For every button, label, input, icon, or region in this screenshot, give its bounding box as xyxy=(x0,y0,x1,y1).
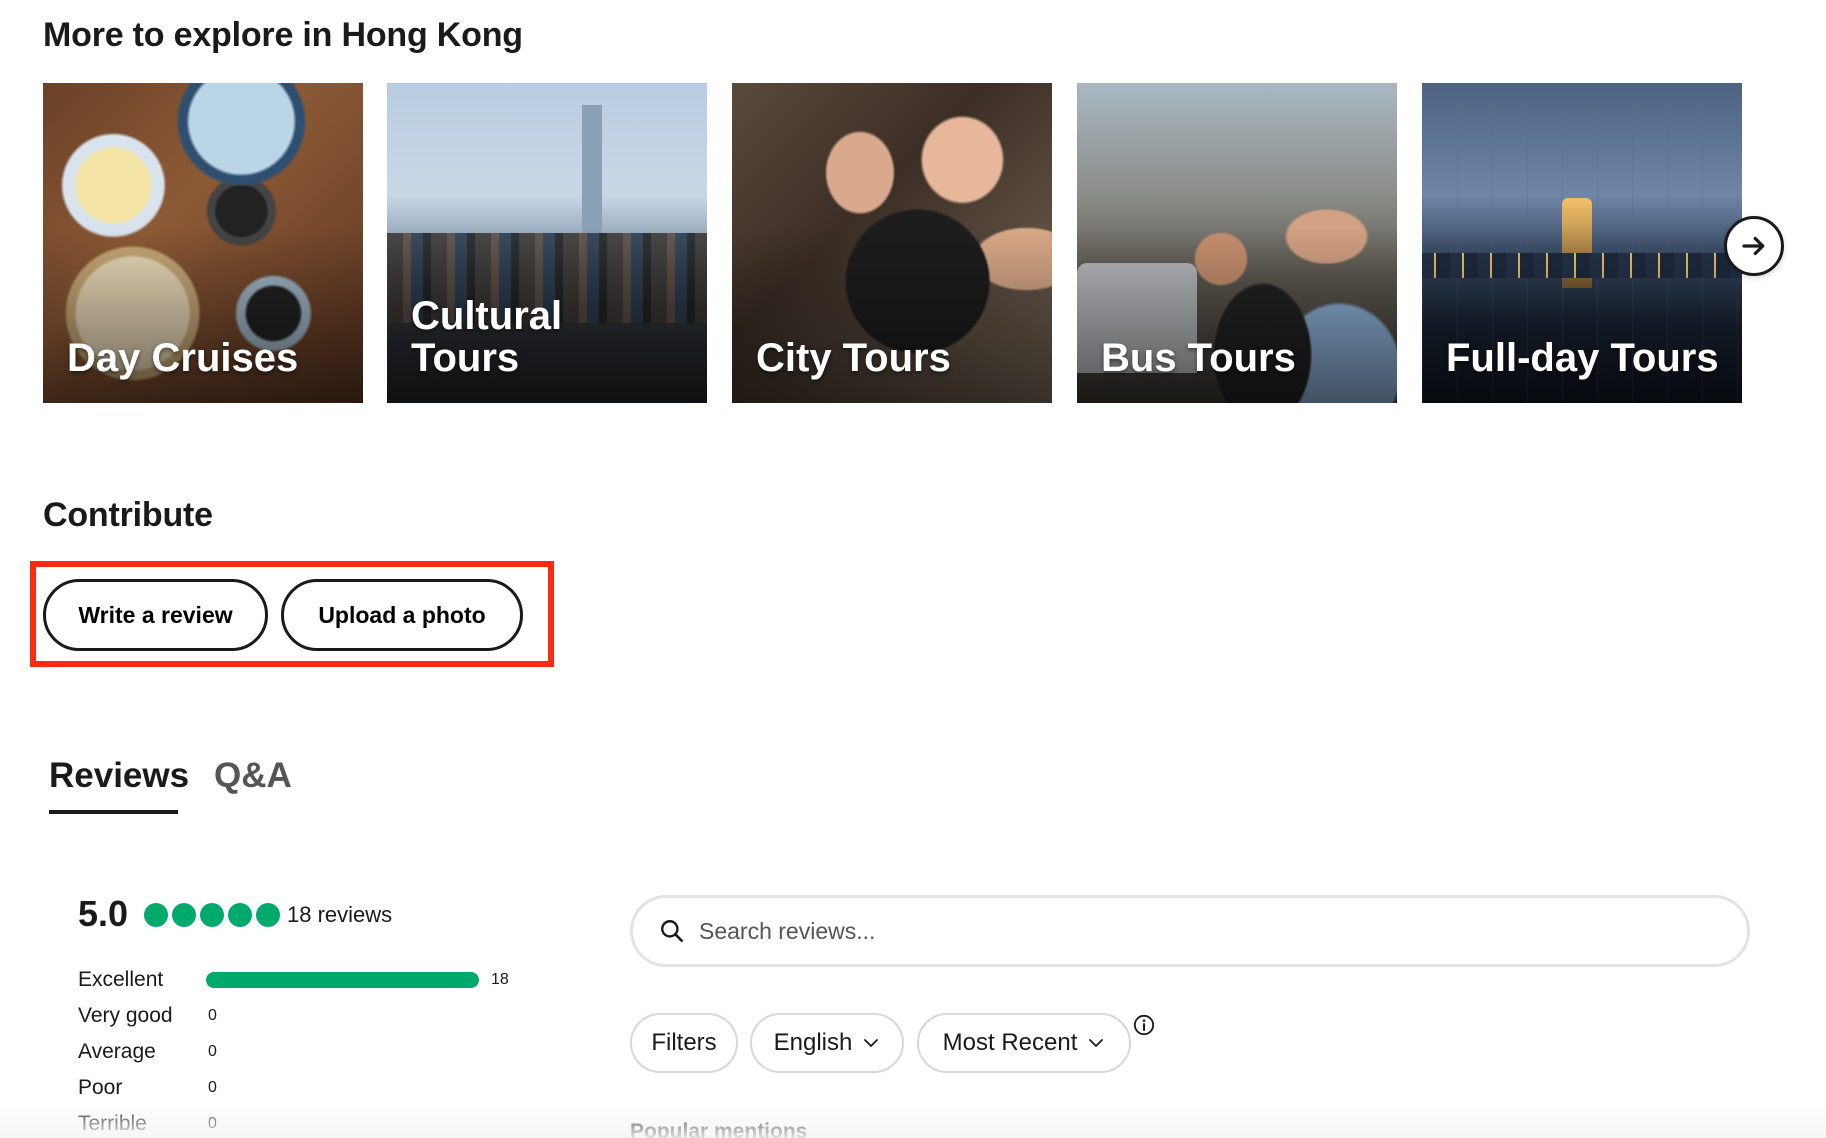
rating-row-terrible[interactable]: Terrible 0 xyxy=(78,1109,217,1138)
rating-row-very-good[interactable]: Very good 0 xyxy=(78,1001,217,1031)
card-label: Full-day Tours xyxy=(1446,336,1719,380)
card-label: Bus Tours xyxy=(1101,336,1296,380)
tab-reviews[interactable]: Reviews xyxy=(49,756,189,796)
rating-bubble-icon xyxy=(256,903,280,927)
explore-card-bus-tours[interactable]: Bus Tours xyxy=(1077,83,1397,403)
explore-card-cultural-tours[interactable]: Cultural Tours xyxy=(387,83,707,403)
rating-row-count: 0 xyxy=(208,1079,217,1096)
explore-section-title: More to explore in Hong Kong xyxy=(43,16,523,54)
write-review-button[interactable]: Write a review xyxy=(43,579,268,651)
sort-dropdown[interactable]: Most Recent xyxy=(917,1013,1131,1073)
upload-photo-button[interactable]: Upload a photo xyxy=(281,579,523,651)
rating-bubbles xyxy=(144,903,280,927)
rating-row-average[interactable]: Average 0 xyxy=(78,1037,217,1067)
info-icon[interactable] xyxy=(1133,1014,1155,1036)
card-label: City Tours xyxy=(756,336,951,380)
explore-carousel: Day Cruises Cultural Tours City Tours Bu… xyxy=(43,83,1793,403)
sort-label: Most Recent xyxy=(942,1029,1078,1056)
search-reviews-input[interactable] xyxy=(699,917,1599,945)
rating-row-label: Average xyxy=(78,1040,156,1063)
active-tab-indicator xyxy=(49,810,178,814)
rating-row-count: 18 xyxy=(491,971,509,988)
rating-bubble-icon xyxy=(228,903,252,927)
chevron-down-icon xyxy=(1089,1039,1104,1047)
rating-score: 5.0 xyxy=(78,893,129,934)
rating-row-bar xyxy=(206,972,479,988)
filters-button[interactable]: Filters xyxy=(630,1013,738,1073)
rating-bubble-icon xyxy=(172,903,196,927)
chevron-down-icon xyxy=(864,1039,879,1047)
rating-bubble-icon xyxy=(200,903,224,927)
explore-card-full-day-tours[interactable]: Full-day Tours xyxy=(1422,83,1742,403)
language-dropdown[interactable]: English xyxy=(750,1013,904,1073)
explore-card-day-cruises[interactable]: Day Cruises xyxy=(43,83,363,403)
rating-row-label: Excellent xyxy=(78,968,164,991)
rating-row-label: Terrible xyxy=(78,1112,147,1135)
card-label: Cultural Tours xyxy=(411,294,563,380)
filters-label: Filters xyxy=(651,1029,717,1056)
search-reviews-box[interactable] xyxy=(630,895,1750,967)
explore-card-city-tours[interactable]: City Tours xyxy=(732,83,1052,403)
search-icon xyxy=(661,920,684,943)
review-count[interactable]: 18 reviews xyxy=(287,902,392,928)
rating-row-label: Very good xyxy=(78,1004,173,1027)
rating-row-excellent[interactable]: Excellent 18 xyxy=(78,965,509,995)
card-label: Day Cruises xyxy=(67,336,299,380)
language-label: English xyxy=(773,1029,853,1056)
rating-row-label: Poor xyxy=(78,1076,123,1099)
contribute-section-title: Contribute xyxy=(43,496,213,534)
popular-mentions-title: Popular mentions xyxy=(630,1120,808,1138)
rating-row-count: 0 xyxy=(208,1043,217,1060)
carousel-next-button[interactable] xyxy=(1724,216,1784,276)
arrow-right-icon xyxy=(1742,236,1765,256)
rating-row-count: 0 xyxy=(208,1007,217,1024)
rating-bubble-icon xyxy=(144,903,168,927)
rating-row-poor[interactable]: Poor 0 xyxy=(78,1073,217,1103)
rating-row-count: 0 xyxy=(208,1115,217,1132)
tab-qa[interactable]: Q&A xyxy=(214,756,292,796)
